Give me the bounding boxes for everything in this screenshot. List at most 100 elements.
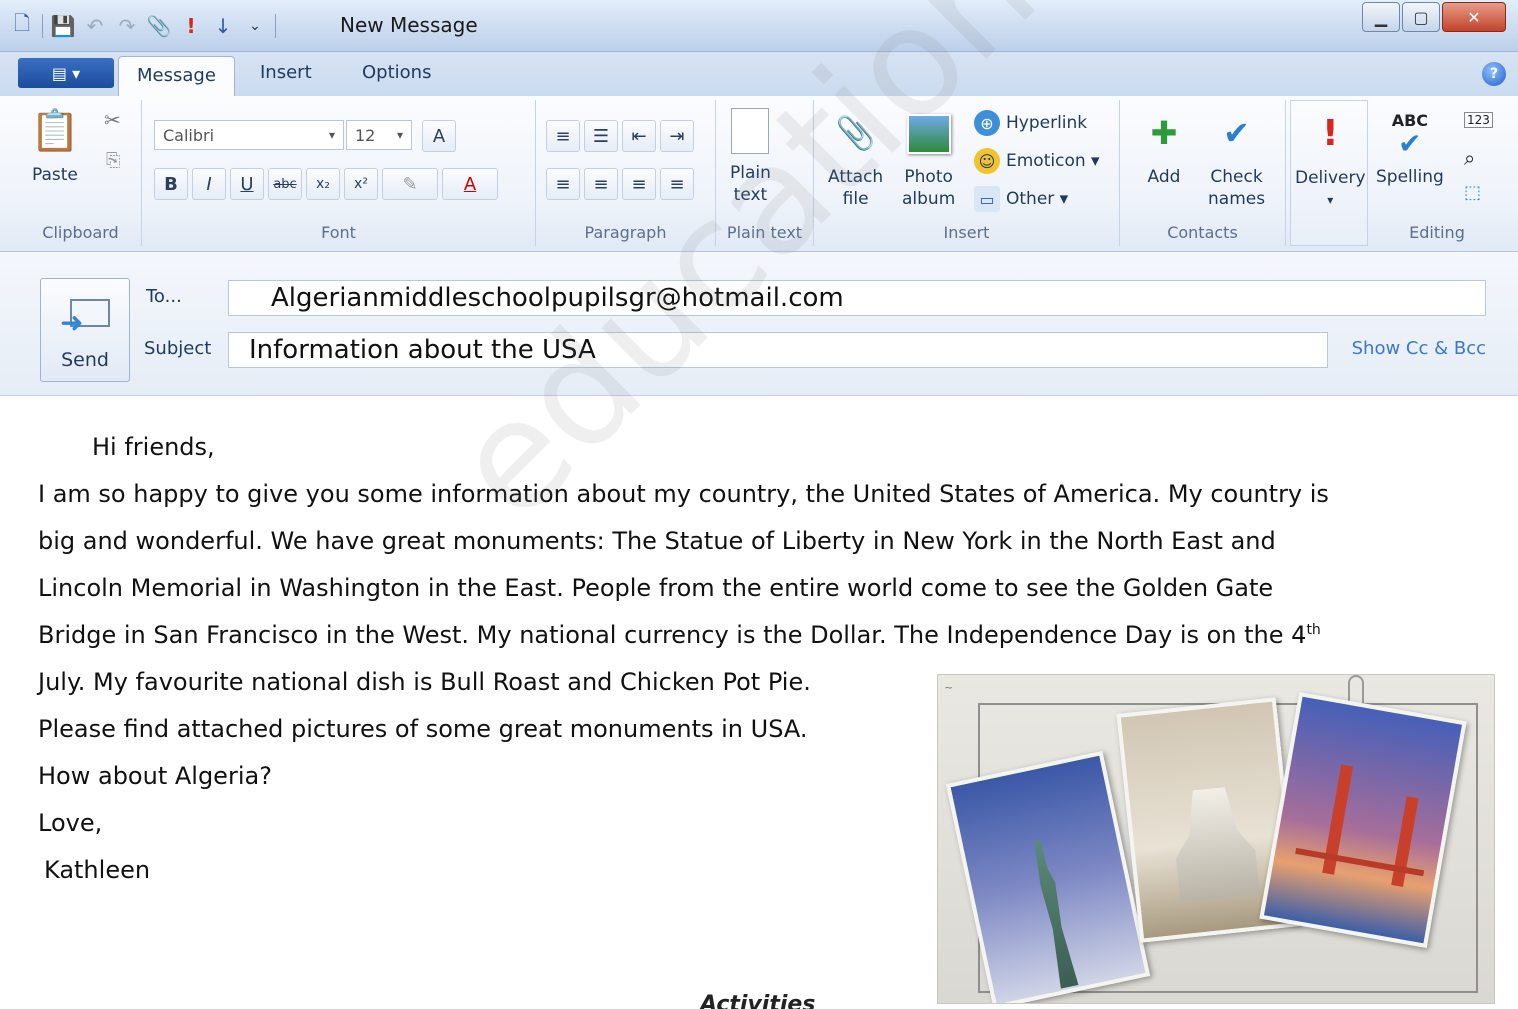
- delivery-button[interactable]: ! Delivery ▾: [1295, 109, 1366, 211]
- plain-text-group: Plain text Plain text: [716, 100, 814, 246]
- help-icon[interactable]: ?: [1482, 62, 1506, 86]
- numbered-list-icon[interactable]: ≡: [546, 120, 580, 152]
- window-title: New Message: [340, 13, 478, 37]
- message-body[interactable]: Hi friends, I am so happy to give you so…: [0, 397, 1518, 1009]
- other-label: Other ▾: [1006, 189, 1069, 209]
- plain-text-group-label: Plain text: [726, 223, 803, 242]
- highlight-button[interactable]: ✎: [382, 168, 438, 200]
- show-cc-bcc-link[interactable]: Show Cc & Bcc: [1352, 338, 1486, 359]
- monuments-postcards-image: ~: [937, 674, 1495, 1004]
- minimize-button[interactable]: ▁: [1362, 2, 1400, 32]
- app-icon[interactable]: 🗋: [10, 11, 34, 39]
- font-group: Calibri ▾ 12 ▾ A B I U abc x₂ x² ✎ A Font: [142, 100, 536, 246]
- postcard-scribble: ~: [944, 681, 954, 694]
- to-button[interactable]: To...: [146, 286, 182, 307]
- statue-shape: [1024, 837, 1085, 990]
- editing-group-label: Editing: [1409, 223, 1465, 242]
- subject-label: Subject: [144, 338, 212, 359]
- arrow-right-icon: ➜: [60, 306, 84, 339]
- spelling-button[interactable]: ABC ✔ Spelling: [1376, 108, 1444, 188]
- smiley-icon: ☺: [974, 148, 1000, 174]
- justify-icon[interactable]: ≡: [660, 168, 694, 200]
- bullet-list-icon[interactable]: ☰: [584, 120, 618, 152]
- ribbon: 📋 Paste ✂ ⎘ Clipboard Calibri ▾ 12 ▾ A B I…: [0, 96, 1518, 252]
- message-header: ➜ Send To... Algerianmiddleschoolpupilsg…: [0, 252, 1518, 396]
- close-button[interactable]: ✕: [1442, 2, 1506, 32]
- to-field[interactable]: Algerianmiddleschoolpupilsgr@hotmail.com: [228, 280, 1486, 316]
- high-priority-icon[interactable]: !: [179, 13, 203, 39]
- word-count-icon[interactable]: 123: [1464, 112, 1493, 128]
- spellcheck-icon: ABC ✔: [1391, 111, 1429, 160]
- body-line-3: Lincoln Memorial in Washington in the Ea…: [38, 574, 1274, 602]
- paste-button[interactable]: 📋 Paste: [30, 106, 80, 186]
- photo-album-icon: [906, 114, 951, 154]
- cut-icon[interactable]: ✂: [104, 108, 121, 132]
- redo-icon[interactable]: ↷: [115, 13, 139, 39]
- add-contact-label: Add: [1147, 167, 1181, 187]
- increase-indent-icon[interactable]: ⇥: [660, 120, 694, 152]
- align-right-icon[interactable]: ≡: [622, 168, 656, 200]
- body-line-7: How about Algeria?: [38, 762, 272, 790]
- plain-text-button[interactable]: Plain text: [730, 108, 771, 206]
- plain-text-label: Plain text: [730, 163, 771, 205]
- send-icon: ➜: [60, 295, 110, 339]
- attach-file-button[interactable]: 📎 Attach file: [828, 108, 883, 210]
- maximize-button[interactable]: ▢: [1402, 2, 1440, 32]
- font-family-select[interactable]: Calibri ▾: [154, 120, 344, 150]
- bold-button[interactable]: B: [154, 168, 188, 200]
- paperclip-icon[interactable]: 📎: [147, 13, 172, 39]
- lincoln-shape: [1169, 785, 1260, 903]
- bridge-shape: [1291, 759, 1440, 900]
- insert-group-label: Insert: [943, 223, 990, 242]
- font-color-button[interactable]: A: [442, 168, 498, 200]
- ribbon-tabs: ▤ ▾ Message Insert Options ?: [0, 52, 1518, 96]
- hyperlink-button[interactable]: ⊕ Hyperlink: [974, 110, 1087, 136]
- save-icon[interactable]: 💾: [51, 13, 76, 39]
- tab-message[interactable]: Message: [118, 56, 235, 96]
- paperclip-icon: 📎: [835, 114, 876, 152]
- copy-icon[interactable]: ⎘: [106, 150, 120, 171]
- delivery-group[interactable]: ! Delivery ▾: [1290, 100, 1368, 246]
- check-names-button[interactable]: ✔ Check names: [1208, 108, 1265, 210]
- chevron-down-icon: ▾: [1327, 193, 1334, 207]
- contacts-group-label: Contacts: [1167, 223, 1238, 242]
- decrease-indent-icon[interactable]: ⇤: [622, 120, 656, 152]
- other-button[interactable]: ▭ Other ▾: [974, 186, 1068, 212]
- superscript-button[interactable]: x²: [344, 168, 378, 200]
- select-all-icon[interactable]: ⬚: [1464, 182, 1481, 203]
- activities-heading: Activities: [700, 992, 816, 1009]
- window-controls: ▁ ▢ ✕: [1362, 2, 1506, 32]
- font-format-buttons: B I U abc x₂ x² ✎ A: [154, 168, 498, 200]
- photo-album-button[interactable]: Photo album: [902, 108, 955, 210]
- subscript-button[interactable]: x₂: [306, 168, 340, 200]
- strikethrough-button[interactable]: abc: [268, 168, 302, 200]
- font-size-select[interactable]: 12 ▾: [346, 120, 412, 150]
- align-left-icon[interactable]: ≡: [546, 168, 580, 200]
- find-icon[interactable]: ⌕: [1464, 146, 1475, 170]
- check-names-label: Check names: [1208, 167, 1266, 209]
- send-button[interactable]: ➜ Send: [40, 278, 130, 382]
- signature-text: Kathleen: [44, 856, 151, 884]
- add-contact-button[interactable]: ✚ Add: [1142, 108, 1186, 188]
- body-line-2: big and wonderful. We have great monumen…: [38, 527, 1276, 555]
- emoticon-button[interactable]: ☺ Emoticon ▾: [974, 148, 1100, 174]
- customize-qat-icon[interactable]: ⌄: [243, 13, 267, 39]
- tab-insert[interactable]: Insert: [250, 62, 322, 83]
- align-buttons: ≡ ≡ ≡ ≡: [546, 168, 694, 200]
- grow-font-icon[interactable]: A: [422, 120, 456, 152]
- font-family-value: Calibri: [163, 125, 215, 145]
- undo-icon[interactable]: ↶: [83, 13, 107, 39]
- body-line-8: Love,: [38, 809, 103, 837]
- send-label: Send: [61, 349, 109, 371]
- align-center-icon[interactable]: ≡: [584, 168, 618, 200]
- quick-access-toolbar: 🗋 💾 ↶ ↷ 📎 ! ↓ ⌄: [10, 10, 276, 42]
- italic-button[interactable]: I: [192, 168, 226, 200]
- tab-options[interactable]: Options: [352, 62, 441, 83]
- low-priority-icon[interactable]: ↓: [211, 13, 235, 39]
- file-menu-button[interactable]: ▤ ▾: [18, 58, 114, 88]
- subject-field[interactable]: Information about the USA: [228, 332, 1328, 368]
- globe-link-icon: ⊕: [974, 110, 1000, 136]
- contacts-group: ✚ Add ✔ Check names Contacts: [1120, 100, 1286, 246]
- underline-button[interactable]: U: [230, 168, 264, 200]
- title-bar: 🗋 💾 ↶ ↷ 📎 ! ↓ ⌄ New Message ▁ ▢ ✕: [0, 0, 1518, 52]
